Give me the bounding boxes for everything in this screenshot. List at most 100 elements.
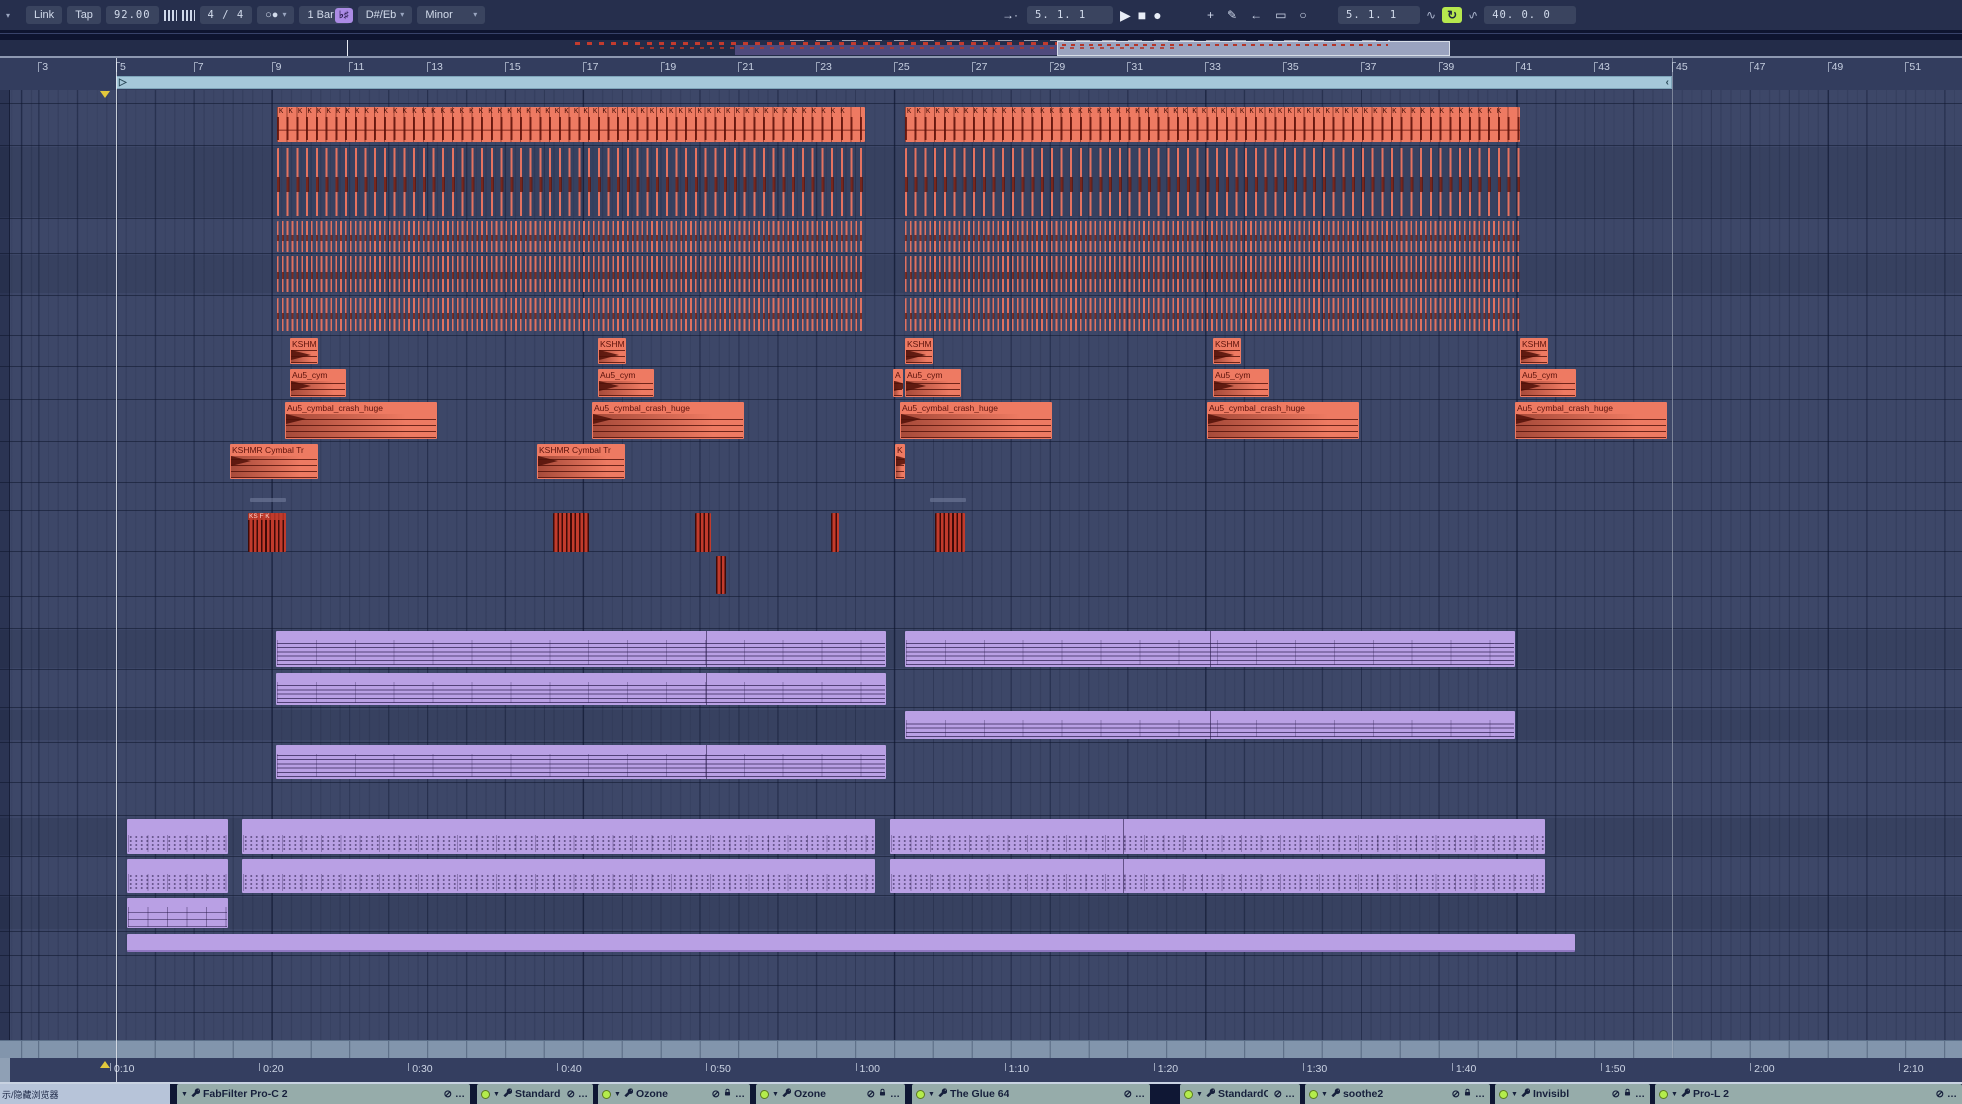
fold-triangle-icon[interactable]: ▼ [928,1091,935,1098]
wrench-icon[interactable] [624,1088,633,1100]
device-on-led[interactable] [1184,1090,1193,1099]
scale-menu[interactable]: Minor ▾ [417,6,485,24]
lock-icon[interactable] [723,1088,732,1100]
power-icon[interactable]: ⊘ [712,1089,720,1100]
clip-midi[interactable] [905,631,1515,667]
clip-au5-cymbal-crash-huge[interactable]: Au5_cymbal_crash_huge [1515,402,1667,439]
clip-au5-cymbal-crash-huge[interactable]: Au5_cymbal_crash_huge [900,402,1052,439]
draw-mode-icon[interactable]: ✎ [1225,8,1239,22]
wrench-icon[interactable] [503,1088,512,1100]
clip-au5-cymbal-crash-huge[interactable]: Au5_cymbal_crash_huge [285,402,437,439]
wrench-icon[interactable] [1206,1088,1215,1100]
clip-a[interactable]: A [893,369,903,397]
clip-kshm[interactable]: KSHM [1520,338,1548,364]
power-icon[interactable]: ⊘ [1612,1089,1620,1100]
clip-midi[interactable] [276,745,886,779]
clip-kshm[interactable]: KSHM [598,338,626,364]
device-pro-l-2[interactable]: ▼Pro-L 2⊘… [1655,1084,1962,1104]
clip-ticksD[interactable] [277,298,865,331]
device-on-led[interactable] [1309,1090,1318,1099]
clip-ticksD[interactable] [905,221,1520,252]
link-button[interactable]: Link [26,6,62,24]
device-on-led[interactable] [602,1090,611,1099]
device-on-led[interactable] [481,1090,490,1099]
clip-kshmr-cymbal-tr[interactable]: KSHMR Cymbal Tr [537,444,625,479]
clip-au5-cym[interactable]: Au5_cym [1213,369,1269,397]
clip-ghost[interactable] [930,498,966,502]
region-frame-icon[interactable]: ▭ [1273,8,1288,22]
loop-end-marker-icon[interactable]: ‹ [1664,78,1671,88]
clip-mididot[interactable] [890,819,1545,854]
key-icon[interactable]: ♭♯ [335,8,353,23]
power-icon[interactable]: ⊘ [1936,1089,1944,1100]
browser-toggle-panel[interactable]: 示/隐藏浏览器 [0,1084,170,1104]
insert-marker-flag[interactable] [100,91,110,98]
clip-k[interactable]: KKKKKKKKKKKKKKKKKKKKKKKKKKKKKKKKKKKKKKKK… [905,107,1520,142]
key-root-menu[interactable]: D#/Eb ▾ [358,6,413,24]
device-ozone[interactable]: ▼Ozone⊘… [756,1084,905,1104]
clip-stripes[interactable] [695,513,711,552]
back-to-arrangement-icon[interactable]: ← [1248,8,1264,22]
fold-triangle-icon[interactable]: ▼ [1671,1091,1678,1098]
metronome-button[interactable]: ○● ▾ [257,6,294,24]
loop-start-marker-icon[interactable]: ▷ [117,78,129,88]
clip-au5-cymbal-crash-huge[interactable]: Au5_cymbal_crash_huge [1207,402,1359,439]
device-on-led[interactable] [1659,1090,1668,1099]
more-icon[interactable]: … [735,1089,746,1100]
follow-icon[interactable]: →· [1000,8,1020,22]
clip-k[interactable]: K [895,444,905,479]
clip-ticksS[interactable] [277,148,865,216]
beat-time-ruler[interactable]: ▷ ‹ 357911131517192123252729313335373941… [0,58,1962,91]
more-icon[interactable]: … [455,1089,466,1100]
wrench-icon[interactable] [1681,1088,1690,1100]
clip-midi[interactable] [905,711,1515,739]
loop-start-field[interactable]: 5. 1. 1 [1338,6,1420,24]
lock-icon[interactable] [1623,1088,1632,1100]
clip-ticksD[interactable] [905,256,1520,292]
clip-mididot[interactable] [127,859,228,893]
wrench-icon[interactable] [938,1088,947,1100]
arrangement-position-field[interactable]: 5. 1. 1 [1027,6,1113,24]
device-fabfilter-pro-c-2[interactable]: ▼FabFilter Pro-C 2⊘… [177,1084,470,1104]
clip-midigrid[interactable] [127,898,228,928]
clip-ticksD[interactable] [277,221,865,252]
device-standardc[interactable]: ▼StandardC⊘… [1180,1084,1300,1104]
more-icon[interactable]: … [1947,1089,1958,1100]
loop-length-field[interactable]: 40. 0. 0 [1484,6,1576,24]
wrench-icon[interactable] [191,1088,200,1100]
wrench-icon[interactable] [782,1088,791,1100]
device-invisibl[interactable]: ▼Invisibl⊘… [1495,1084,1650,1104]
device-the-glue-64[interactable]: ▼The Glue 64⊘… [912,1084,1150,1104]
window-chevron-icon[interactable]: ▾ [6,11,10,20]
arrangement-scroll-band[interactable] [0,1040,1962,1059]
tempo-field[interactable]: 92.00 [106,6,159,24]
nudge-up-button[interactable] [182,10,195,21]
power-icon[interactable]: ⊘ [1452,1089,1460,1100]
clip-mididot[interactable] [127,819,228,854]
time-ruler[interactable]: 0:100:200:300:400:501:001:101:201:301:40… [0,1058,1962,1082]
device-ozone[interactable]: ▼Ozone⊘… [598,1084,750,1104]
clip-au5-cymbal-crash-huge[interactable]: Au5_cymbal_crash_huge [592,402,744,439]
clip-mididot[interactable] [890,859,1545,893]
clip-ks-f-k[interactable]: KS F K [248,513,286,552]
device-soothe2[interactable]: ▼soothe2⊘… [1305,1084,1490,1104]
more-icon[interactable]: … [1475,1089,1486,1100]
power-icon[interactable]: ⊘ [1124,1089,1132,1100]
power-icon[interactable]: ⊘ [1274,1089,1282,1100]
clip-au5-cym[interactable]: Au5_cym [290,369,346,397]
clip-ticksD[interactable] [905,298,1520,331]
more-icon[interactable]: … [1285,1089,1296,1100]
overdub-plus-icon[interactable]: + [1205,8,1216,22]
clip-k[interactable]: KKKKKKKKKKKKKKKKKKKKKKKKKKKKKKKKKKKKKKKK… [277,107,865,142]
device-on-led[interactable] [916,1090,925,1099]
clip-midi[interactable] [276,673,886,705]
clip-ticksD[interactable] [277,256,865,292]
clip-kshm[interactable]: KSHM [1213,338,1241,364]
fold-triangle-icon[interactable]: ▼ [181,1091,188,1098]
clip-midithin[interactable] [127,934,1575,952]
lock-icon[interactable] [1463,1088,1472,1100]
clip-stripes[interactable] [716,556,726,594]
punch-in-icon[interactable]: ∿ [1426,8,1436,22]
loop-brace[interactable]: ▷ ‹ [116,76,1672,89]
nudge-down-button[interactable] [164,10,177,21]
